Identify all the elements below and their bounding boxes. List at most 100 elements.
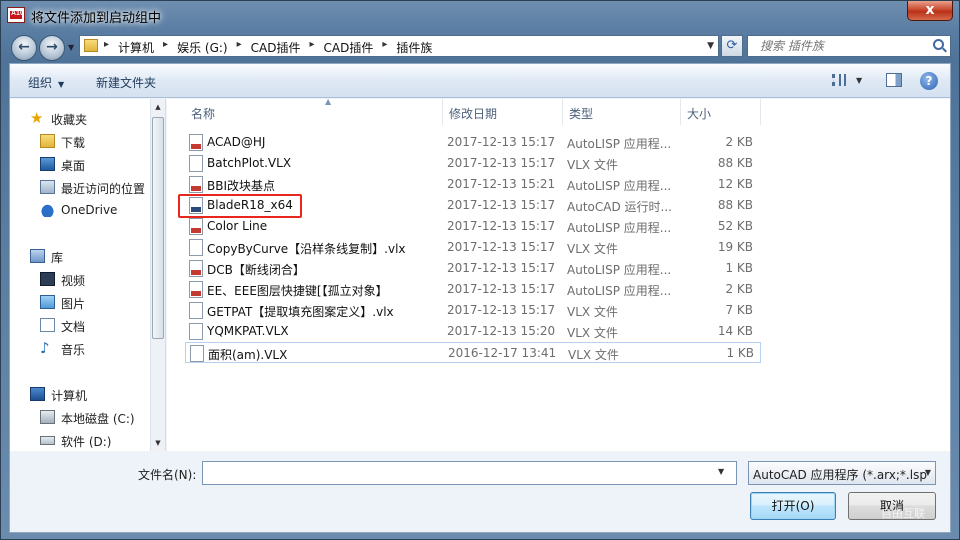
download-folder-icon: [40, 134, 55, 148]
file-dialog-window: A10 将文件添加到启动组中 x ← → ▼ ▸ 计算机 ▸ 娱乐 (G:) ▸…: [0, 0, 960, 540]
file-name: YQMKPAT.VLX: [207, 324, 289, 338]
file-type: AutoCAD 运行时...: [567, 200, 672, 214]
table-row[interactable]: YQMKPAT.VLX 2017-12-13 15:20 VLX 文件 14 KB: [185, 321, 761, 342]
back-button[interactable]: ←: [11, 35, 37, 61]
window-title: 将文件添加到启动组中: [31, 11, 162, 26]
scrollbar-thumb[interactable]: [152, 117, 164, 339]
forward-button[interactable]: →: [39, 35, 65, 61]
sidebar-item-downloads[interactable]: 下载: [10, 131, 150, 151]
close-button[interactable]: x: [907, 1, 953, 21]
breadcrumb-item[interactable]: 娱乐 (G:): [177, 39, 228, 56]
file-date: 2017-12-13 15:17: [447, 135, 556, 149]
sidebar-item-documents[interactable]: 文档: [10, 315, 150, 335]
breadcrumb-separator-icon[interactable]: ▸: [382, 39, 387, 56]
file-size: 14 KB: [717, 324, 753, 338]
sidebar-item-local-disk-c[interactable]: 本地磁盘 (C:): [10, 407, 150, 427]
organize-button[interactable]: 组织 ▼: [28, 74, 64, 91]
search-box[interactable]: [747, 35, 951, 57]
sidebar-item-videos[interactable]: 视频: [10, 269, 150, 289]
breadcrumb-item[interactable]: CAD插件: [324, 39, 374, 56]
help-icon[interactable]: ?: [920, 72, 938, 90]
table-row[interactable]: BatchPlot.VLX 2017-12-13 15:17 VLX 文件 88 KB: [185, 153, 761, 174]
table-row[interactable]: 面积(am).VLX 2016-12-17 13:41 VLX 文件 1 KB: [185, 342, 761, 363]
file-name: BladeR18_x64: [207, 198, 293, 212]
sort-ascending-icon: ▲: [325, 97, 332, 106]
search-input[interactable]: [748, 36, 928, 56]
file-type-select[interactable]: AutoCAD 应用程序 (*.arx;*.lsp ▼: [748, 461, 936, 485]
onedrive-icon: [40, 203, 55, 217]
table-row[interactable]: Color Line 2017-12-13 15:17 AutoLISP 应用程..…: [185, 216, 761, 237]
breadcrumb-separator-icon[interactable]: ▸: [237, 39, 242, 56]
sidebar-item-pictures[interactable]: 图片: [10, 292, 150, 312]
file-size: 12 KB: [717, 177, 753, 191]
breadcrumb-separator-icon[interactable]: ▸: [163, 39, 168, 56]
address-bar[interactable]: ▸ 计算机 ▸ 娱乐 (G:) ▸ CAD插件 ▸ CAD插件 ▸ 插件族 ▼: [79, 35, 719, 57]
navigation-scrollbar[interactable]: ▲ ▼: [150, 99, 165, 451]
app-icon-text: A10: [11, 10, 24, 17]
recent-pages-chevron-icon[interactable]: ▼: [68, 43, 74, 52]
file-name: 面积(am).VLX: [208, 348, 288, 362]
table-row[interactable]: CopyByCurve【沿样条线复制】.vlx 2017-12-13 15:17 V…: [185, 237, 761, 258]
search-icon[interactable]: [933, 39, 944, 50]
picture-icon: [40, 295, 55, 309]
table-row[interactable]: BladeR18_x64 2017-12-13 15:17 AutoCAD 运行时.…: [185, 195, 761, 216]
sidebar-item-onedrive[interactable]: OneDrive: [10, 200, 150, 220]
file-type: AutoLISP 应用程...: [567, 137, 672, 151]
file-name: Color Line: [207, 219, 268, 233]
drive-icon: [40, 436, 55, 445]
file-size: 52 KB: [717, 219, 753, 233]
file-date: 2017-12-13 15:17: [447, 282, 556, 296]
file-type: VLX 文件: [567, 305, 618, 319]
sidebar-item-recent-places[interactable]: 最近访问的位置: [10, 177, 150, 197]
music-icon: ♪: [40, 339, 50, 357]
new-folder-button[interactable]: 新建文件夹: [96, 74, 156, 91]
sidebar-item-libraries[interactable]: 库: [10, 246, 150, 266]
filename-input[interactable]: [202, 461, 737, 485]
open-button[interactable]: 打开(O): [750, 492, 836, 520]
table-row[interactable]: ACAD@HJ 2017-12-13 15:17 AutoLISP 应用程... 2 …: [185, 132, 761, 153]
sidebar-item-drive-d[interactable]: 软件 (D:): [10, 430, 150, 450]
column-header-date[interactable]: 修改日期: [443, 99, 563, 125]
sidebar-item-favorites[interactable]: ★ 收藏夹: [10, 108, 150, 128]
local-disk-icon: [40, 410, 55, 424]
vlx-file-icon: [189, 323, 203, 340]
sidebar-item-music[interactable]: ♪ 音乐: [10, 338, 150, 358]
scroll-up-arrow-icon[interactable]: ▲: [151, 99, 165, 115]
column-header-type[interactable]: 类型: [563, 99, 681, 125]
column-header-size[interactable]: 大小: [681, 99, 761, 125]
view-options-chevron-icon[interactable]: ▼: [856, 76, 862, 85]
file-date: 2017-12-13 15:17: [447, 303, 556, 317]
file-size: 1 KB: [726, 346, 754, 360]
file-name: GETPAT【提取填充图案定义】.vlx: [207, 305, 394, 319]
sidebar-item-desktop[interactable]: 桌面: [10, 154, 150, 174]
scroll-down-arrow-icon[interactable]: ▼: [151, 435, 165, 451]
table-row[interactable]: DCB【断线闭合】 2017-12-13 15:17 AutoLISP 应用程...…: [185, 258, 761, 279]
file-name: EE、EEE图层快捷键[【孤立对象】: [207, 284, 388, 298]
vlx-file-icon: [189, 239, 203, 256]
refresh-button[interactable]: ⟳: [721, 35, 743, 57]
change-view-icon[interactable]: [832, 74, 846, 86]
sidebar-item-label: 收藏夹: [51, 113, 88, 127]
lisp-file-icon: [189, 260, 203, 277]
sidebar-item-computer[interactable]: 计算机: [10, 384, 150, 404]
computer-icon: [30, 387, 45, 401]
file-list: 名称 ▲ 修改日期 类型 大小 ACAD@HJ 2017-12-13 15:17 A…: [167, 97, 950, 451]
breadcrumb-separator-icon[interactable]: ▸: [309, 39, 314, 56]
file-name: CopyByCurve【沿样条线复制】.vlx: [207, 242, 406, 256]
column-header-name[interactable]: 名称 ▲: [185, 97, 443, 125]
table-row[interactable]: GETPAT【提取填充图案定义】.vlx 2017-12-13 15:17 VLX …: [185, 300, 761, 321]
video-icon: [40, 272, 55, 286]
file-name: DCB【断线闭合】: [207, 263, 305, 277]
breadcrumb-item[interactable]: 计算机: [118, 39, 154, 56]
sidebar-item-label: 文档: [61, 320, 86, 334]
lisp-file-icon: [189, 176, 203, 193]
address-dropdown-chevron-icon[interactable]: ▼: [707, 41, 714, 51]
preview-pane-icon[interactable]: [886, 73, 902, 87]
file-date: 2017-12-13 15:17: [447, 240, 556, 254]
star-icon: ★: [30, 109, 44, 127]
breadcrumb-item[interactable]: CAD插件: [251, 39, 301, 56]
breadcrumb-item[interactable]: 插件族: [396, 39, 432, 56]
breadcrumb-separator-icon[interactable]: ▸: [104, 39, 109, 56]
table-row[interactable]: BBI改块基点 2017-12-13 15:21 AutoLISP 应用程... 12…: [185, 174, 761, 195]
table-row[interactable]: EE、EEE图层快捷键[【孤立对象】 2017-12-13 15:17 AutoLI…: [185, 279, 761, 300]
